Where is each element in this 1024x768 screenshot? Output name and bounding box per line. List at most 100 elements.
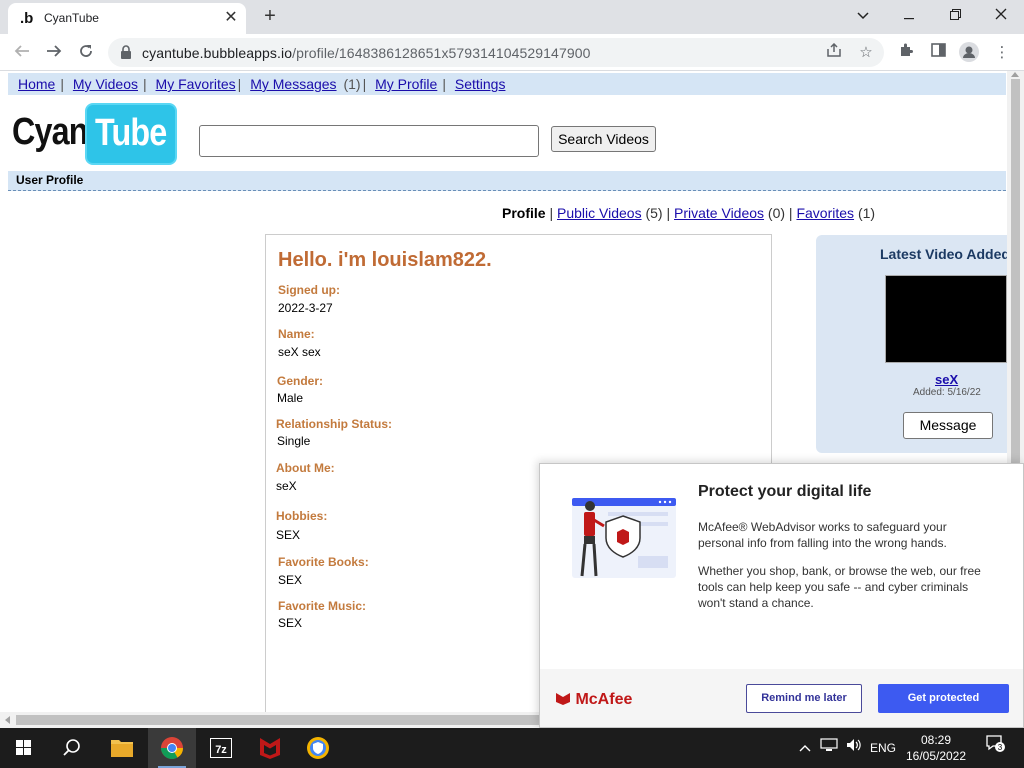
share-icon[interactable] [823, 42, 845, 64]
address-bar[interactable]: cyantube.bubbleapps.io/profile/164838612… [108, 38, 884, 67]
favorite-music-label: Favorite Music: [278, 599, 367, 613]
language-indicator[interactable]: ENG [868, 728, 898, 768]
nav-my-profile-link[interactable]: My Profile [375, 76, 437, 92]
profile-greeting: Hello. i'm louislam822. [278, 249, 492, 271]
reload-icon[interactable] [74, 41, 98, 65]
browser-tab-active[interactable]: .b CyanTube ✕ [8, 3, 246, 34]
tray-show-hidden-chevron-icon[interactable] [796, 728, 814, 768]
hobbies-label: Hobbies: [276, 509, 328, 523]
clock-date: 16/05/2022 [905, 749, 967, 763]
horizontal-scroll-thumb[interactable] [16, 715, 546, 725]
minimize-window-icon[interactable] [886, 3, 932, 27]
nav-my-favorites-link[interactable]: My Favorites [156, 76, 236, 92]
nav-my-messages-link[interactable]: My Messages [250, 76, 336, 92]
profile-avatar-icon[interactable] [958, 42, 980, 64]
lock-icon[interactable] [120, 45, 132, 60]
about-me-value: seX [276, 479, 297, 493]
mcafee-footer: McAfee Remind me later Get protected [540, 669, 1023, 727]
private-videos-count: (0) [767, 205, 786, 221]
hobbies-value: SEX [276, 528, 301, 542]
mcafee-logo: McAfee [555, 691, 632, 709]
volume-icon[interactable] [843, 728, 865, 768]
tab-close-icon[interactable]: ✕ [222, 9, 240, 27]
file-explorer-icon[interactable] [98, 728, 146, 768]
mcafee-shield-icon [556, 693, 570, 705]
about-me-label: About Me: [276, 461, 335, 475]
nav-my-videos-link[interactable]: My Videos [73, 76, 138, 92]
close-window-icon[interactable] [978, 3, 1024, 27]
remind-me-later-button[interactable]: Remind me later [746, 684, 862, 713]
name-label: Name: [278, 327, 315, 341]
favorites-count: (1) [857, 205, 876, 221]
gender-label: Gender: [277, 374, 324, 388]
public-videos-count: (5) [645, 205, 663, 221]
message-button[interactable]: Message [903, 412, 993, 439]
relationship-value: Single [277, 434, 311, 448]
site-top-nav: Home | My Videos | My Favorites | My Messag… [8, 73, 1006, 95]
forward-arrow-icon[interactable] [42, 41, 66, 65]
mcafee-title: Protect your digital life [698, 483, 872, 500]
search-videos-button[interactable]: Search Videos [551, 126, 656, 152]
video-search-input[interactable] [199, 125, 539, 157]
signed-up-label: Signed up: [278, 283, 340, 297]
nav-home-link[interactable]: Home [18, 76, 55, 92]
get-protected-button[interactable]: Get protected [878, 684, 1009, 713]
tab-profile[interactable]: Profile [502, 205, 546, 221]
mcafee-description: McAfee® WebAdvisor works to safeguard yo… [698, 520, 947, 550]
relationship-label: Relationship Status: [276, 417, 393, 431]
latest-video-panel: Latest Video Added seX Added: 5/16/22 Me… [816, 235, 1016, 453]
profile-tabs: Profile | Public Videos (5) | Private Vi… [502, 205, 876, 221]
logo-text-cyan: Cyan [12, 111, 88, 153]
7zip-icon[interactable]: 7z [197, 728, 245, 768]
search-icon[interactable] [48, 728, 96, 768]
latest-video-title-link[interactable]: seX [935, 372, 958, 387]
tab-title: CyanTube [44, 11, 99, 25]
scroll-left-arrow-icon[interactable] [5, 716, 10, 724]
security-illustration-icon [572, 498, 676, 578]
mcafee-description-2: Whether you shop, bank, or browse the we… [698, 564, 981, 610]
tab-public-videos[interactable]: Public Videos [557, 205, 642, 221]
network-icon[interactable] [818, 728, 840, 768]
svg-text:7z: 7z [215, 744, 227, 756]
chrome-taskbar-icon[interactable] [148, 728, 196, 768]
tab-favorites[interactable]: Favorites [796, 205, 854, 221]
mcafee-popup: Protect your digital life McAfee® WebAdv… [539, 463, 1024, 728]
browser-menu-kebab-icon[interactable]: ⋮ [991, 42, 1013, 64]
tab-private-videos[interactable]: Private Videos [674, 205, 764, 221]
vertical-scroll-thumb[interactable] [1011, 79, 1020, 464]
restore-window-icon[interactable] [932, 3, 978, 27]
nav-settings-link[interactable]: Settings [455, 76, 506, 92]
clock-time: 08:29 [920, 733, 952, 747]
cyantube-logo[interactable]: Cyan Tube [12, 103, 177, 165]
browser-toolbar: cyantube.bubbleapps.io/profile/164838612… [0, 34, 1024, 71]
bubble-favicon-icon: .b [20, 10, 34, 27]
scroll-up-arrow-icon[interactable] [1011, 72, 1019, 77]
back-arrow-icon[interactable] [10, 41, 34, 65]
url-text: cyantube.bubbleapps.io/profile/164838612… [142, 45, 591, 61]
side-panel-icon[interactable] [927, 42, 949, 64]
browser-shield-taskbar-icon[interactable] [294, 728, 342, 768]
mcafee-taskbar-icon[interactable] [246, 728, 294, 768]
notification-count: 3 [998, 743, 1003, 752]
video-thumbnail[interactable] [885, 275, 1007, 363]
logo-tube-box: Tube [85, 103, 177, 165]
messages-count: (1) [343, 76, 361, 92]
favorite-books-label: Favorite Books: [278, 555, 369, 569]
tab-search-chevron-icon[interactable] [840, 3, 886, 27]
name-value: seX sex [278, 345, 321, 359]
extensions-puzzle-icon[interactable] [895, 42, 917, 64]
system-clock[interactable]: 08:29 16/05/2022 [904, 732, 968, 764]
windows-taskbar: 7z ENG 08:29 16/05/2022 3 [0, 728, 1024, 768]
favorite-music-value: SEX [278, 616, 303, 630]
windows-start-icon[interactable] [0, 728, 48, 768]
browser-tab-strip: .b CyanTube ✕ + [0, 0, 1024, 34]
notification-center-icon[interactable]: 3 [982, 728, 1008, 768]
gender-value: Male [277, 391, 304, 405]
logo-text-tube: Tube [95, 112, 167, 154]
latest-video-heading: Latest Video Added [880, 246, 1010, 262]
bookmark-star-icon[interactable]: ☆ [855, 42, 877, 64]
section-title-bar: User Profile [8, 171, 1006, 191]
new-tab-plus-icon[interactable]: + [258, 5, 282, 29]
favorite-books-value: SEX [278, 573, 303, 587]
signed-up-value: 2022-3-27 [278, 301, 333, 315]
